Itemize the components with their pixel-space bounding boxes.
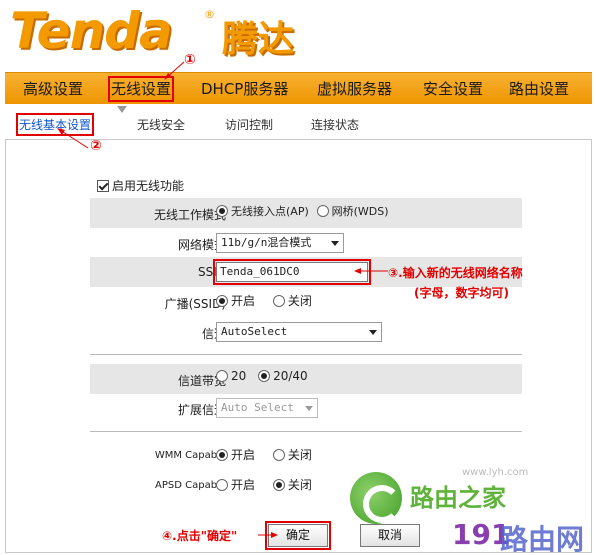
annotation-step-2: ②	[90, 138, 102, 154]
watermark-url: www.lyh.com	[462, 467, 529, 478]
arrowhead-step-4	[271, 532, 278, 538]
annotation-step-3-line2: (字母，数字均可)	[414, 286, 509, 300]
annotation-step-4: ④.点击"确定"	[162, 529, 238, 543]
arrowhead-step-3	[354, 268, 361, 274]
watermark-191-cn: 路由网	[500, 523, 585, 555]
watermark-logo-icon	[350, 472, 402, 524]
arrow-step-2	[59, 129, 89, 149]
arrowhead-step-2	[57, 128, 65, 135]
watermark-site-name: 路由之家	[410, 484, 506, 512]
annotation-step-3-line1: ③.输入新的无线网络名称	[388, 266, 523, 280]
